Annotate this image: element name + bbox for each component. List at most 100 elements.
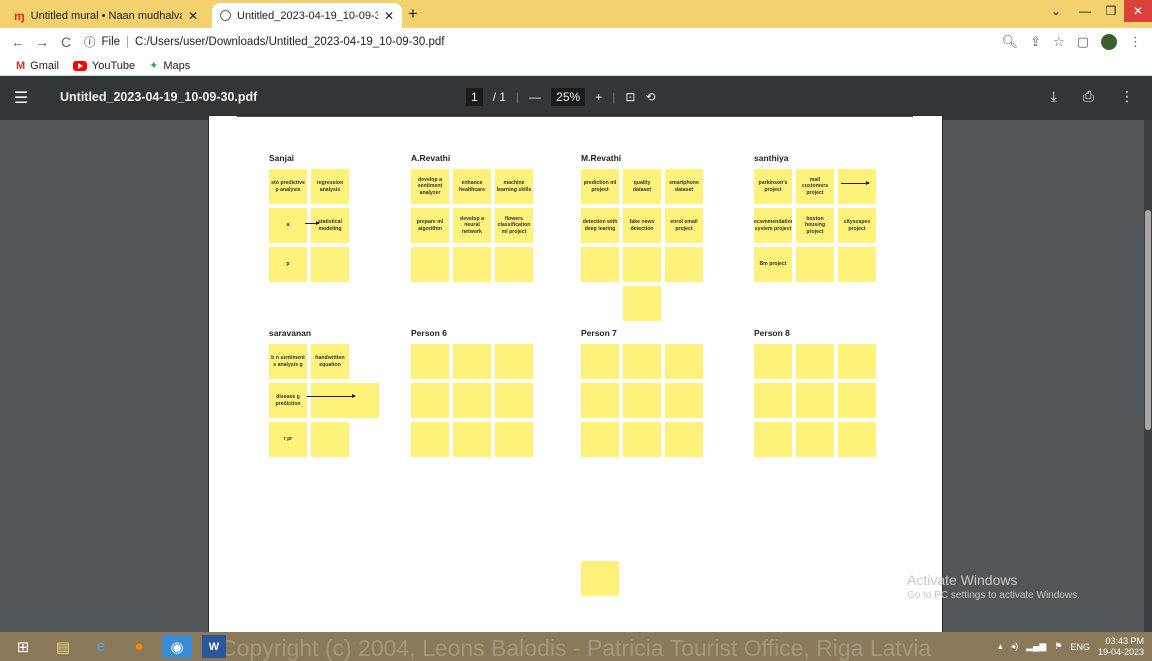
new-tab-button[interactable]: + (408, 4, 418, 24)
minimize-icon[interactable]: — (1072, 0, 1098, 22)
tab-pdf[interactable]: Untitled_2023-04-19_10-09-30.p ✕ (212, 3, 402, 28)
sticky-note: boston housing project (796, 208, 834, 243)
language-indicator[interactable]: ENG (1070, 642, 1090, 652)
chrome-icon[interactable]: ◉ (162, 635, 192, 658)
tray-arrow-icon[interactable]: ▴ (998, 641, 1003, 652)
share-icon[interactable]: ⇪ (1030, 34, 1041, 50)
person-name: M.Revathi (581, 153, 622, 163)
sticky-note: r pr (269, 422, 307, 457)
address-prefix: File (101, 36, 121, 48)
sticky-note (411, 383, 449, 418)
side-panel-icon[interactable]: ▢ (1077, 34, 1089, 50)
gmail-icon: M (16, 59, 26, 72)
bookmark-label: YouTube (91, 59, 136, 72)
sticky-note (311, 422, 349, 457)
person-name: saravanan (269, 328, 312, 338)
sticky-note: cityscapes project (838, 208, 876, 243)
flag-icon[interactable]: ⚑ (1054, 641, 1062, 652)
zoom-out-icon[interactable]: — (529, 90, 541, 104)
close-icon[interactable]: ✕ (384, 9, 394, 23)
hamburger-menu-icon[interactable]: ☰ (14, 88, 28, 108)
sticky-note (754, 422, 792, 457)
bookmark-star-icon[interactable]: ☆ (1053, 34, 1065, 50)
address-field[interactable]: ⓘ File | C:/Users/user/Downloads/Untitle… (84, 34, 444, 50)
pdf-title: Untitled_2023-04-19_10-09-30.pdf (60, 90, 258, 104)
globe-icon (220, 10, 231, 21)
menu-dots-icon[interactable]: ⋮ (1129, 34, 1142, 50)
back-icon[interactable]: ← (6, 34, 30, 50)
download-icon[interactable]: ⤓ (1051, 88, 1057, 105)
scrollbar[interactable] (1144, 120, 1152, 632)
tab-bar: ɱ Untitled mural • Naan mudhalvan ✕ Unti… (0, 0, 1152, 28)
internet-explorer-icon[interactable]: e (86, 635, 116, 658)
zoom-icon[interactable]: 🔍︎ (1002, 34, 1019, 50)
maximize-icon[interactable]: ❐ (1098, 0, 1124, 22)
sticky-note: mall customers project (796, 169, 834, 204)
connector-arrow (307, 394, 356, 398)
forward-icon[interactable]: → (30, 34, 54, 50)
sticky-note (453, 422, 491, 457)
toolbar-actions: 🔍︎ ⇪ ☆ ▢ ⋮ (1002, 28, 1142, 56)
rotate-icon[interactable]: ⟲ (645, 90, 655, 104)
scrollbar-thumb[interactable] (1145, 210, 1151, 430)
page-total: / 1 (492, 90, 507, 104)
page-number-input[interactable]: 1 (466, 88, 483, 106)
profile-avatar[interactable] (1101, 34, 1117, 50)
tab-search-icon[interactable]: ⌄ (1046, 0, 1066, 22)
sticky-note: p (269, 247, 307, 282)
sticky-note (838, 422, 876, 457)
zoom-input[interactable]: 25% (551, 88, 586, 106)
sticky-note (754, 383, 792, 418)
firefox-icon[interactable]: ● (124, 635, 154, 658)
address-divider: | (126, 36, 130, 48)
bookmarks-bar: M Gmail YouTube ✦ Maps (0, 56, 1152, 76)
sticky-note (495, 383, 533, 418)
network-icon[interactable]: ▂▄▆ (1026, 641, 1046, 652)
address-url: C:/Users/user/Downloads/Untitled_2023-04… (135, 36, 445, 48)
sticky-note (581, 561, 619, 596)
word-icon[interactable]: W (202, 635, 226, 658)
bookmark-gmail[interactable]: M Gmail (16, 60, 59, 72)
wallpaper-watermark: Copyright (c) 2004, Leons Balodis - Patr… (220, 635, 932, 661)
system-tray: ▴ ◂) ▂▄▆ ⚑ ENG 03:43 PM 19-04-2023 (998, 632, 1144, 661)
sticky-note: prediction ml project (581, 169, 619, 204)
print-icon[interactable]: ⎙ (1083, 88, 1094, 105)
pdf-viewer[interactable]: Sanjai sto predictive p analysis regressio… (0, 115, 1152, 635)
youtube-icon (72, 60, 87, 71)
sticky-note (838, 169, 876, 204)
person-name: Person 6 (411, 328, 447, 338)
sticky-note: flowers classification ml project (495, 208, 533, 243)
sticky-note (311, 247, 349, 282)
window-close-icon[interactable]: ✕ (1124, 0, 1152, 22)
sticky-note (796, 247, 834, 282)
sticky-note (411, 422, 449, 457)
close-icon[interactable]: ✕ (188, 9, 198, 23)
bookmark-maps[interactable]: ✦ Maps (149, 59, 190, 73)
clock[interactable]: 03:43 PM 19-04-2023 (1098, 636, 1144, 658)
tab-mural[interactable]: ɱ Untitled mural • Naan mudhalvan ✕ (6, 3, 206, 28)
file-explorer-icon[interactable]: ▤ (48, 635, 78, 658)
volume-icon[interactable]: ◂) (1011, 641, 1019, 652)
sticky-note (453, 383, 491, 418)
clock-time: 03:43 PM (1105, 635, 1144, 646)
activate-title: Activate Windows (907, 572, 1018, 588)
sticky-note: develop a neural network (453, 208, 491, 243)
fit-page-icon[interactable]: ⊡ (625, 90, 635, 104)
sticky-note (581, 422, 619, 457)
sticky-note (311, 383, 379, 418)
sticky-note (623, 286, 661, 321)
divider: | (516, 90, 520, 104)
sticky-note (665, 422, 703, 457)
reload-icon[interactable]: C (54, 34, 78, 50)
sticky-note: sto predictive p analysis (269, 169, 307, 204)
connector-arrow (841, 181, 870, 185)
info-icon[interactable]: ⓘ (84, 34, 96, 50)
zoom-in-icon[interactable]: + (595, 90, 602, 104)
start-button[interactable]: ⊞ (8, 635, 38, 658)
pdf-page: Sanjai sto predictive p analysis regressio… (208, 115, 943, 635)
sticky-note: enrol email project (665, 208, 703, 243)
more-options-icon[interactable]: ⋮ (1120, 88, 1134, 105)
bookmark-youtube[interactable]: YouTube (72, 59, 136, 72)
sticky-note (838, 344, 876, 379)
sticky-note: develop a sentiment analyzer (411, 169, 449, 204)
